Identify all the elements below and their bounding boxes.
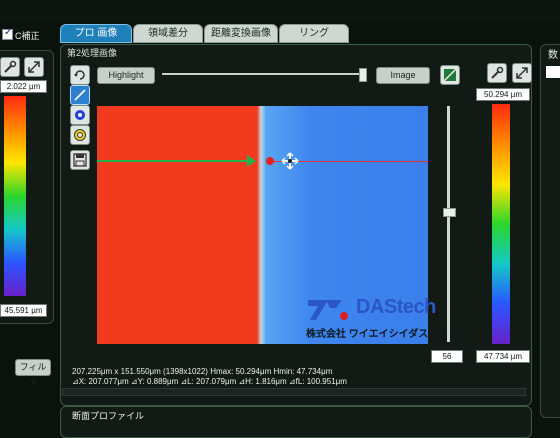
highlight-button[interactable]: Highlight — [97, 67, 155, 84]
right-wrench-icon[interactable] — [487, 63, 507, 83]
right-expand-icon[interactable] — [512, 63, 532, 83]
right-scale-bottom-value: 47.734 µm — [476, 350, 530, 363]
expand-icon[interactable] — [24, 57, 44, 77]
refresh-icon[interactable] — [70, 65, 90, 85]
tab-distance-transform[interactable]: 距離変換画像 — [204, 24, 278, 43]
watermark-logo-text: DAStech — [356, 296, 436, 318]
top-strip — [0, 0, 560, 22]
left-scale-top-value: 2.022 µm — [0, 80, 47, 93]
viewer-title: 第2処理画像 — [67, 48, 118, 58]
level-slider-track[interactable] — [447, 106, 450, 342]
high-region — [97, 106, 261, 344]
watermark-company: 株式会社 ワイエイシイダステック — [306, 329, 459, 340]
info-line-1: 207.225μm x 151.550μm (1398x1022) Hmax: … — [72, 367, 333, 376]
tab-region-diff[interactable]: 領域差分 — [133, 24, 203, 43]
profile-line-green — [97, 160, 255, 162]
tab-ring[interactable]: リング — [279, 24, 349, 43]
right-color-scale-bar — [492, 104, 510, 344]
circle-tool-icon[interactable] — [70, 105, 90, 125]
level-slider-thumb[interactable] — [443, 208, 456, 217]
move-cursor-icon[interactable] — [281, 152, 299, 170]
info-scrollbar[interactable] — [62, 388, 526, 396]
measure-point-marker[interactable] — [266, 157, 274, 165]
right-scale-top-value: 50.294 µm — [476, 88, 530, 101]
right-edge-field[interactable] — [546, 66, 560, 78]
save-icon[interactable] — [70, 150, 90, 170]
dastech-logo-icon — [306, 298, 356, 322]
ring-tool-icon[interactable] — [70, 125, 90, 145]
check-mark-icon: ✓ — [4, 27, 13, 38]
highlight-slider-track[interactable] — [162, 73, 364, 75]
edge-band — [257, 106, 265, 344]
image-button[interactable]: Image — [376, 67, 430, 84]
info-line-2: ⊿X: 207.077μm ⊿Y: 0.889μm ⊿L: 207.079μm … — [72, 377, 347, 386]
profile-arrow-icon — [247, 155, 256, 167]
image-view-icon[interactable] — [440, 65, 460, 85]
wrench-icon[interactable] — [0, 57, 20, 77]
left-color-scale-bar — [4, 96, 26, 296]
line-tool-icon[interactable] — [70, 85, 90, 105]
right-edge-panel — [540, 44, 560, 418]
c-correction-label: C補正 — [15, 31, 40, 41]
left-scale-bottom-value: 45.591 µm — [0, 304, 47, 317]
filter-button[interactable]: フィルタ — [15, 359, 51, 387]
level-slider-value: 56 — [431, 350, 463, 363]
tab-pro-image[interactable]: プロ 画像 — [60, 24, 132, 43]
profile-title: 断面プロファイル — [72, 411, 145, 421]
right-edge-label: 数 — [548, 50, 558, 61]
c-correction-checkbox[interactable]: ✓ — [2, 27, 13, 40]
highlight-slider-thumb[interactable] — [359, 68, 367, 82]
